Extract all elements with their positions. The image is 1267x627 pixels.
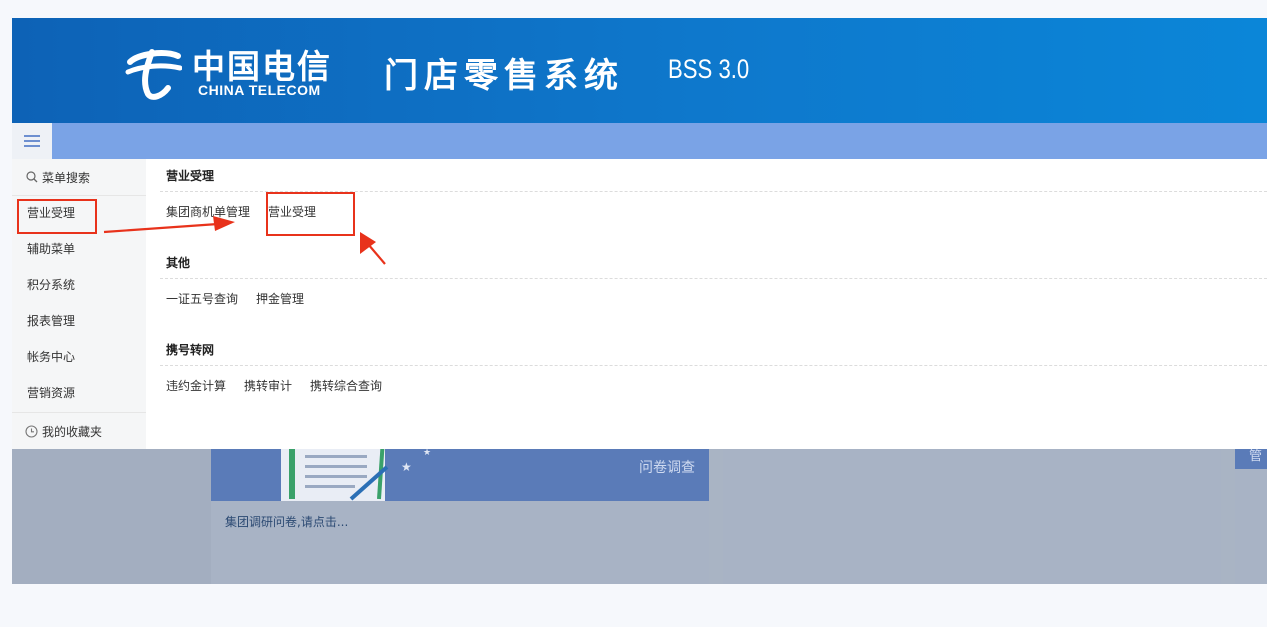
link-penalty-calculation[interactable]: 违约金计算 [166, 377, 226, 394]
clock-icon [25, 425, 38, 438]
section-divider [160, 365, 1267, 366]
hamburger-icon [24, 135, 40, 147]
section-divider [160, 278, 1267, 279]
background-left-panel [12, 449, 211, 584]
sidebar-item-report-management[interactable]: 报表管理 [12, 303, 146, 339]
clipboard-illustration-icon: ★ ★ [281, 449, 431, 501]
sidebar-item-auxiliary-menu[interactable]: 辅助菜单 [12, 231, 146, 267]
card-3-banner: 管 [1235, 449, 1267, 469]
menu-search-label: 菜单搜索 [42, 170, 91, 185]
survey-card-label: 问卷调查 [639, 460, 695, 476]
link-deposit-management[interactable]: 押金管理 [256, 290, 304, 307]
top-navbar [12, 123, 1267, 159]
sidebar-item-marketing-resources[interactable]: 营销资源 [12, 375, 146, 411]
app-window: 中国电信 CHINA TELECOM 门店零售系统 BSS 3.0 ★ ★ 问卷… [12, 18, 1267, 584]
menu-search[interactable]: 菜单搜索 [12, 159, 146, 196]
survey-card-banner: ★ ★ 问卷调查 [211, 449, 709, 501]
link-id-five-numbers-query[interactable]: 一证五号查询 [166, 290, 238, 307]
section-title-other: 其他 [166, 256, 191, 270]
logo-english-text: CHINA TELECOM [198, 82, 321, 98]
sidebar-item-points-system[interactable]: 积分系统 [12, 267, 146, 303]
sidebar-item-billing-center[interactable]: 帐务中心 [12, 339, 146, 375]
svg-text:★: ★ [401, 460, 412, 474]
annotation-highlight-link [266, 192, 355, 236]
china-telecom-logo: 中国电信 CHINA TELECOM [124, 40, 334, 102]
logo-chinese-text: 中国电信 [192, 47, 332, 86]
menu-toggle-button[interactable] [12, 123, 52, 159]
survey-card[interactable]: ★ ★ 问卷调查 集团调研问卷,请点击... [211, 449, 709, 584]
system-version: BSS 3.0 [668, 54, 750, 84]
section-title-number-portability: 携号转网 [166, 343, 215, 357]
link-portability-query[interactable]: 携转综合查询 [310, 377, 382, 394]
section-links-number-portability: 违约金计算 携转审计 携转综合查询 [166, 377, 400, 394]
favorites[interactable]: 我的收藏夹 [12, 412, 146, 450]
annotation-highlight-sidebar [17, 199, 97, 234]
china-telecom-emblem-icon [125, 49, 182, 100]
section-title-business: 营业受理 [166, 169, 215, 183]
link-portability-audit[interactable]: 携转审计 [244, 377, 292, 394]
survey-card-text[interactable]: 集团调研问卷,请点击... [225, 513, 348, 530]
search-icon [26, 171, 38, 183]
section-links-other: 一证五号查询 押金管理 [166, 290, 322, 307]
system-title: 门店零售系统 [384, 56, 624, 96]
background-card-2 [723, 449, 1221, 584]
svg-text:★: ★ [423, 449, 431, 458]
header-banner: 中国电信 CHINA TELECOM 门店零售系统 BSS 3.0 [12, 18, 1267, 123]
mega-menu-panel: 菜单搜索 营业受理 辅助菜单 积分系统 报表管理 帐务中心 营销资源 我的收藏夹… [12, 159, 1267, 449]
background-card-3: 管 [1235, 449, 1267, 584]
link-group-opportunity[interactable]: 集团商机单管理 [166, 203, 250, 220]
favorites-label: 我的收藏夹 [42, 425, 103, 439]
